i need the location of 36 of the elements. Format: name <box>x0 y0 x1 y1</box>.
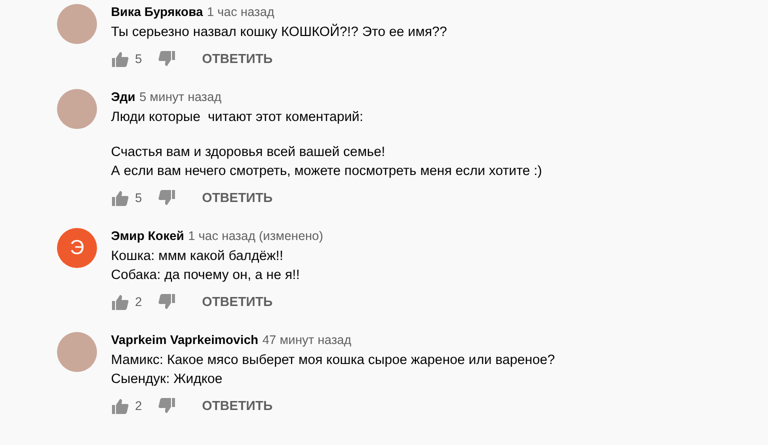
comment-text: Счастья вам и здоровья всей вашей семье! <box>111 143 386 161</box>
thumbs-down-icon[interactable] <box>158 190 176 206</box>
thumbs-up-icon[interactable] <box>111 398 129 414</box>
author-name[interactable]: Эди <box>111 90 136 104</box>
thumbs-down-icon[interactable] <box>158 51 176 67</box>
timestamp[interactable]: 47 минут назад <box>262 333 352 347</box>
like-count: 2 <box>135 294 142 311</box>
comment-text: Мамикс: Какое мясо выберет моя кошка сырое жареное или вареное? <box>111 351 555 369</box>
reply-button[interactable]: ОТВЕТИТЬ <box>194 184 281 212</box>
reply-button[interactable]: ОТВЕТИТЬ <box>194 392 281 420</box>
timestamp[interactable]: 1 час назад <box>206 5 274 19</box>
author-name[interactable]: Эмир Кокей <box>111 229 184 243</box>
like-count: 5 <box>135 50 142 68</box>
avatar[interactable]: Э <box>57 228 97 268</box>
comment-text: Кошка: ммм какой балдёж!! <box>111 247 284 265</box>
thumbs-down-icon[interactable] <box>158 294 176 310</box>
avatar-image[interactable] <box>57 4 97 44</box>
like-count: 5 <box>135 190 142 207</box>
thumbs-up-icon[interactable] <box>111 294 129 310</box>
like-count: 2 <box>135 398 142 415</box>
author-name[interactable]: Вика Бурякова <box>111 5 203 19</box>
comment-text: Ты серьезно назвал кошку КОШКОЙ?!? Это ее имя?? <box>111 22 448 41</box>
timestamp[interactable]: 5 минут назад <box>139 90 222 104</box>
comment-text: Сыендук: Жидкое <box>111 370 222 388</box>
author-name[interactable]: Vaprkeim Vaprkeimovich <box>111 333 258 347</box>
thumbs-up-icon[interactable] <box>111 190 129 206</box>
comment-text: Люди которые читают этот коментарий: <box>111 108 364 126</box>
comment-text: А если вам нечего смотреть, можете посмотреть меня если хотите :) <box>111 162 542 180</box>
avatar-image[interactable] <box>57 89 97 129</box>
thumbs-up-icon[interactable] <box>111 51 129 67</box>
reply-button[interactable]: ОТВЕТИТЬ <box>194 45 281 73</box>
avatar-image[interactable] <box>57 332 97 372</box>
thumbs-down-icon[interactable] <box>158 398 176 414</box>
comment-text: Собака: да почему он, а не я!! <box>111 266 300 284</box>
reply-button[interactable]: ОТВЕТИТЬ <box>194 288 281 316</box>
timestamp[interactable]: 1 час назад (изменено) <box>188 229 324 243</box>
